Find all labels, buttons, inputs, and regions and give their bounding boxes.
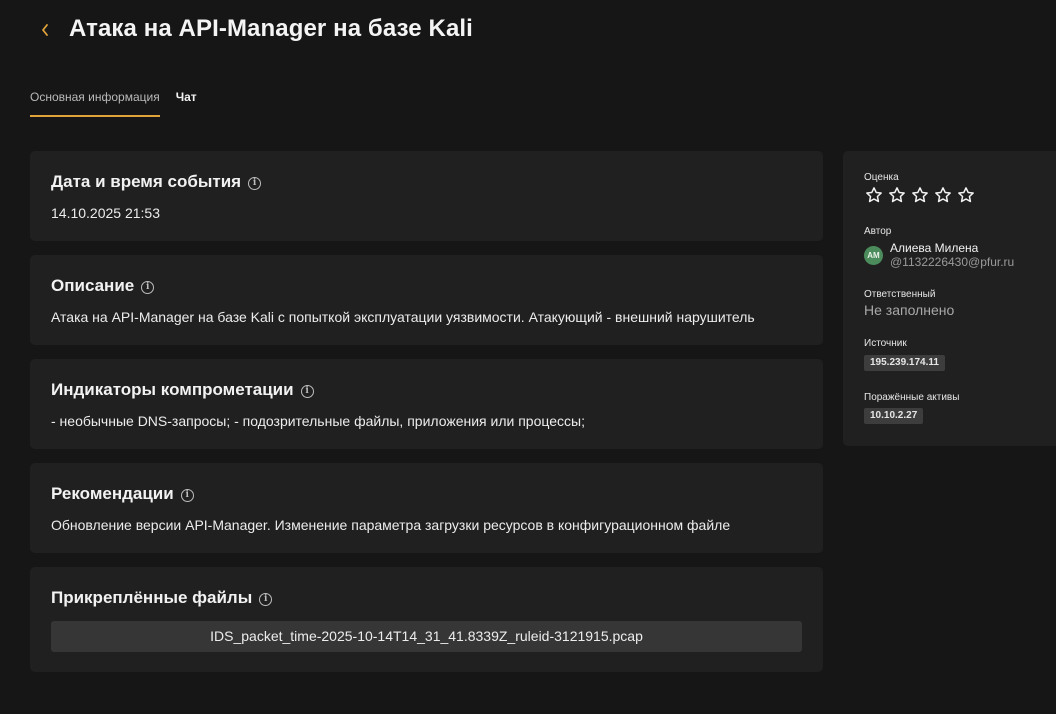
author-label: Автор bbox=[864, 226, 892, 237]
incident-page: Атака на API-Manager на базе Kali Основн… bbox=[0, 0, 1056, 714]
source-chip: 195.239.174.11 bbox=[864, 355, 945, 371]
responsible-label: Ответственный bbox=[864, 289, 936, 300]
indicators-title: Индикаторы компрометации bbox=[51, 380, 294, 399]
recommendations-title: Рекомендации bbox=[51, 484, 174, 503]
recommendations-text: Обновление версии API-Manager. Изменение… bbox=[51, 517, 731, 533]
datetime-value: 14.10.2025 21:53 bbox=[51, 205, 160, 221]
info-icon[interactable]: i bbox=[248, 176, 262, 190]
files-card-header: Прикреплённые файлы i bbox=[51, 588, 273, 608]
star-icon[interactable] bbox=[911, 186, 929, 204]
assets-label: Поражённые активы bbox=[864, 392, 960, 403]
indicators-card: Индикаторы компрометации i - необычные D… bbox=[30, 359, 823, 449]
page-title: Атака на API-Manager на базе Kali bbox=[69, 15, 473, 42]
files-title: Прикреплённые файлы bbox=[51, 588, 253, 607]
datetime-card-header: Дата и время события i bbox=[51, 172, 262, 192]
author-email: @1132226430@pfur.ru bbox=[890, 255, 1015, 269]
indicators-text: - необычные DNS-запросы; - подозрительны… bbox=[51, 413, 585, 429]
tab-bar: Основная информация Чат bbox=[30, 88, 197, 117]
datetime-card: Дата и время события i 14.10.2025 21:53 bbox=[30, 151, 823, 241]
rating-stars bbox=[865, 186, 975, 204]
info-icon[interactable]: i bbox=[180, 488, 194, 502]
author-name: Алиева Милена bbox=[890, 241, 979, 255]
tab-chat[interactable]: Чат bbox=[176, 88, 197, 117]
description-card: Описание i Атака на API-Manager на базе … bbox=[30, 255, 823, 345]
source-label: Источник bbox=[864, 338, 907, 349]
back-button[interactable] bbox=[34, 18, 56, 42]
chevron-left-icon bbox=[42, 24, 48, 36]
description-title: Описание bbox=[51, 276, 135, 295]
recommendations-card-header: Рекомендации i bbox=[51, 484, 194, 504]
responsible-value: Не заполнено bbox=[864, 302, 955, 318]
datetime-title: Дата и время события bbox=[51, 172, 242, 191]
tab-main-info[interactable]: Основная информация bbox=[30, 88, 160, 117]
info-icon[interactable]: i bbox=[141, 280, 155, 294]
description-text: Атака на API-Manager на базе Kali с попы… bbox=[51, 309, 755, 325]
description-card-header: Описание i bbox=[51, 276, 155, 296]
attached-file[interactable]: IDS_packet_time-2025-10-14T14_31_41.8339… bbox=[51, 621, 802, 652]
recommendations-card: Рекомендации i Обновление версии API-Man… bbox=[30, 463, 823, 553]
info-icon[interactable]: i bbox=[300, 384, 314, 398]
star-icon[interactable] bbox=[888, 186, 906, 204]
star-icon[interactable] bbox=[934, 186, 952, 204]
details-panel: Оценка Автор АМ Алиева Милена @113222643… bbox=[843, 151, 1056, 446]
assets-chip: 10.10.2.27 bbox=[864, 408, 924, 424]
rating-label: Оценка bbox=[864, 172, 899, 183]
avatar: АМ bbox=[864, 246, 883, 265]
star-icon[interactable] bbox=[865, 186, 883, 204]
star-icon[interactable] bbox=[957, 186, 975, 204]
indicators-card-header: Индикаторы компрометации i bbox=[51, 380, 314, 400]
info-icon[interactable]: i bbox=[259, 592, 273, 606]
files-card: Прикреплённые файлы i IDS_packet_time-20… bbox=[30, 567, 823, 672]
